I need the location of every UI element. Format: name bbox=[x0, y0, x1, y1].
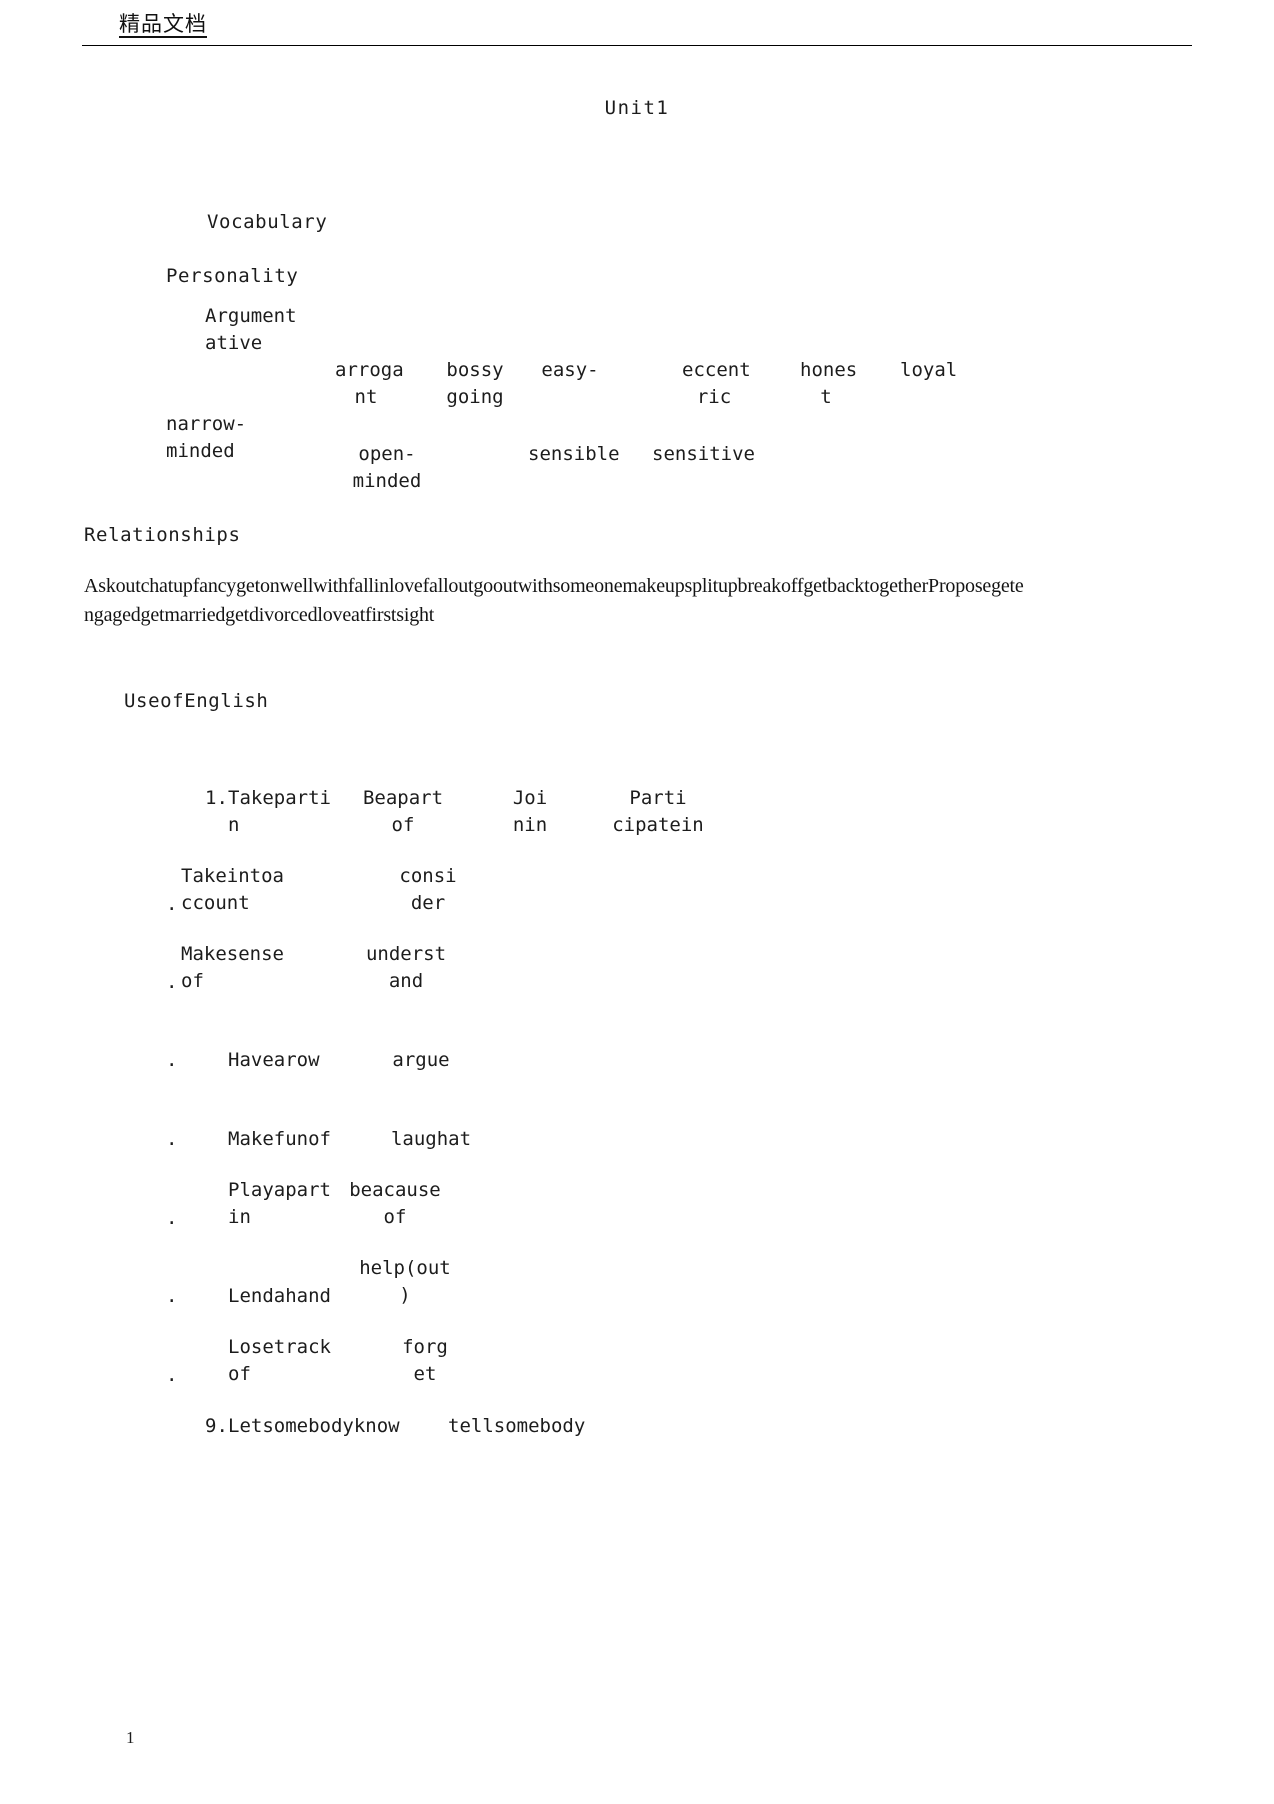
expression-marker: . bbox=[166, 1049, 178, 1071]
expression-cell: Beapart of bbox=[362, 787, 444, 836]
document-header: 精品文档 bbox=[82, 8, 1192, 46]
personality-word-cell: narrow- minded bbox=[166, 413, 247, 462]
relationships-paragraph: Askoutchatupfancygetonwellwithfallinlove… bbox=[84, 575, 1024, 626]
expression-cell: beacause of bbox=[349, 1179, 441, 1228]
header-title: 精品文档 bbox=[119, 12, 207, 36]
expression-cell: Havearow bbox=[228, 1049, 320, 1071]
expression-cell: Parti cipatein bbox=[612, 787, 704, 836]
expression-cell: Letsomebodyknow bbox=[228, 1415, 400, 1437]
expression-cell: Takeparti n bbox=[228, 787, 331, 836]
expression-marker: . bbox=[166, 1207, 178, 1229]
expression-cell: Makefunof bbox=[228, 1128, 331, 1150]
expression-cell: underst and bbox=[365, 943, 447, 992]
expression-cell: help(out ) bbox=[359, 1257, 451, 1306]
document-page: 精品文档 Unit1 Vocabulary Personality Argume… bbox=[0, 0, 1274, 1804]
personality-word-cell: loyal bbox=[900, 359, 958, 381]
page-number: 1 bbox=[126, 1728, 135, 1747]
expression-marker: . bbox=[166, 971, 178, 993]
expression-cell: consi der bbox=[399, 865, 457, 914]
personality-word-cell: sensible bbox=[528, 443, 620, 465]
header-divider bbox=[82, 45, 1192, 46]
expression-cell: Losetrack of bbox=[228, 1336, 331, 1385]
expression-marker: . bbox=[166, 893, 178, 915]
expression-marker: 1. bbox=[205, 787, 228, 809]
personality-word-cell: arroga nt bbox=[335, 359, 404, 408]
expression-cell: forg et bbox=[402, 1336, 448, 1385]
personality-word-cell: Argument ative bbox=[205, 305, 297, 354]
expression-marker: . bbox=[166, 1128, 178, 1150]
personality-word-cell: eccent ric bbox=[682, 359, 751, 408]
heading-vocabulary: Vocabulary bbox=[207, 211, 328, 233]
personality-word-cell: easy- bbox=[541, 359, 599, 381]
expression-cell: Makesense of bbox=[181, 943, 284, 992]
heading-relationships: Relationships bbox=[84, 524, 241, 546]
expression-cell: Playapart in bbox=[228, 1179, 331, 1228]
personality-word-cell: bossy going bbox=[446, 359, 504, 408]
personality-word-cell: open- minded bbox=[352, 443, 422, 492]
expression-cell: argue bbox=[392, 1049, 450, 1071]
expression-marker: . bbox=[166, 1285, 178, 1307]
expression-marker: 9. bbox=[205, 1415, 228, 1437]
expression-cell: Joi nin bbox=[512, 787, 548, 836]
expression-marker: . bbox=[166, 1364, 178, 1386]
page-title: Unit1 bbox=[604, 97, 670, 119]
expression-cell: laughat bbox=[390, 1128, 472, 1150]
expression-cell: Takeintoa ccount bbox=[181, 865, 284, 914]
heading-personality: Personality bbox=[166, 265, 299, 287]
personality-word-cell: hones t bbox=[800, 359, 858, 408]
personality-word-cell: sensitive bbox=[652, 443, 755, 465]
heading-use-of-english: UseofEnglish bbox=[124, 690, 269, 712]
expression-cell: Lendahand bbox=[228, 1285, 331, 1307]
expression-cell: tellsomebody bbox=[448, 1415, 586, 1437]
